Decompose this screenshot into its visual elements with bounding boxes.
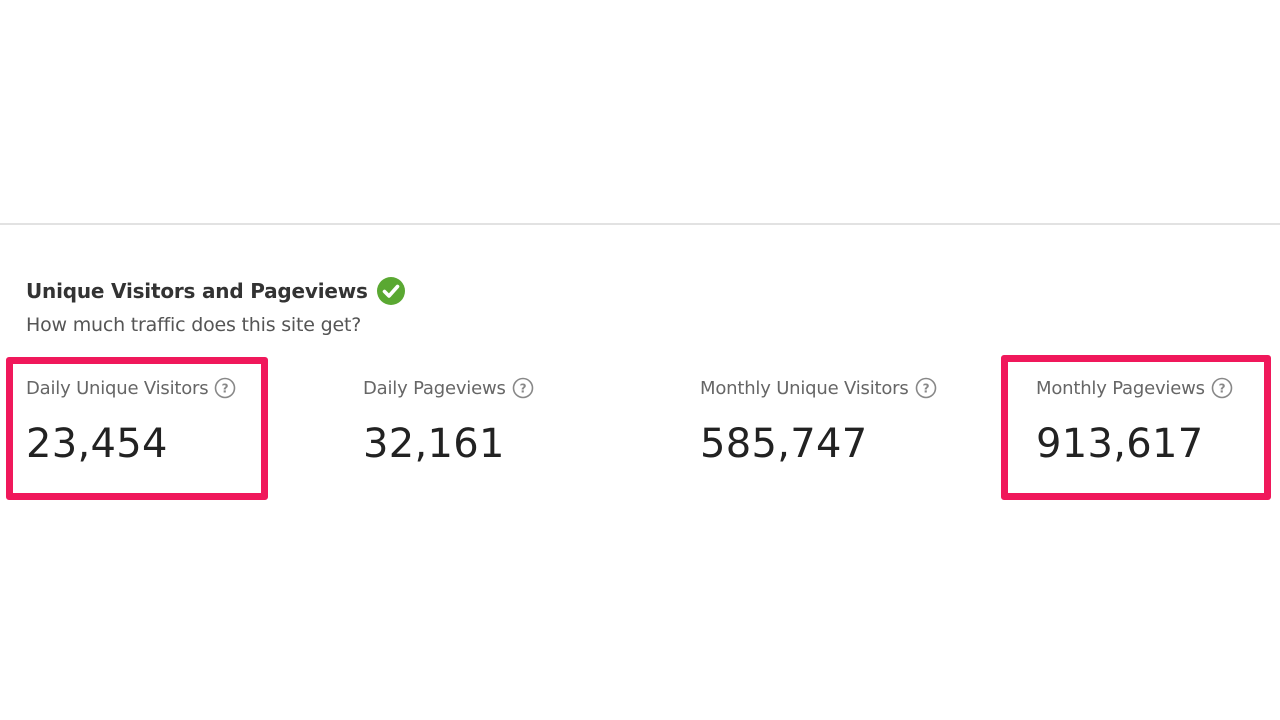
traffic-panel: Unique Visitors and Pageviews How much t… xyxy=(0,0,1280,720)
metric-value: 32,161 xyxy=(363,421,505,467)
divider xyxy=(0,223,1280,225)
section-title-text: Unique Visitors and Pageviews xyxy=(26,279,368,303)
section-title: Unique Visitors and Pageviews xyxy=(26,276,406,306)
metric-monthly-unique-visitors: Monthly Unique Visitors ? 585,747 xyxy=(700,377,937,467)
help-icon[interactable]: ? xyxy=(512,377,534,399)
help-icon[interactable]: ? xyxy=(915,377,937,399)
svg-text:?: ? xyxy=(922,382,929,396)
check-circle-icon xyxy=(376,276,406,306)
metric-label-text: Monthly Unique Visitors xyxy=(700,378,909,399)
svg-text:?: ? xyxy=(519,382,526,396)
highlight-box-daily-unique-visitors xyxy=(6,357,268,500)
metric-daily-pageviews: Daily Pageviews ? 32,161 xyxy=(363,377,534,467)
section-subtitle: How much traffic does this site get? xyxy=(26,314,362,336)
metric-value: 585,747 xyxy=(700,421,868,467)
metric-label: Monthly Unique Visitors ? xyxy=(700,377,937,399)
metric-label: Daily Pageviews ? xyxy=(363,377,534,399)
metric-label-text: Daily Pageviews xyxy=(363,378,506,399)
highlight-box-monthly-pageviews xyxy=(1001,355,1271,500)
